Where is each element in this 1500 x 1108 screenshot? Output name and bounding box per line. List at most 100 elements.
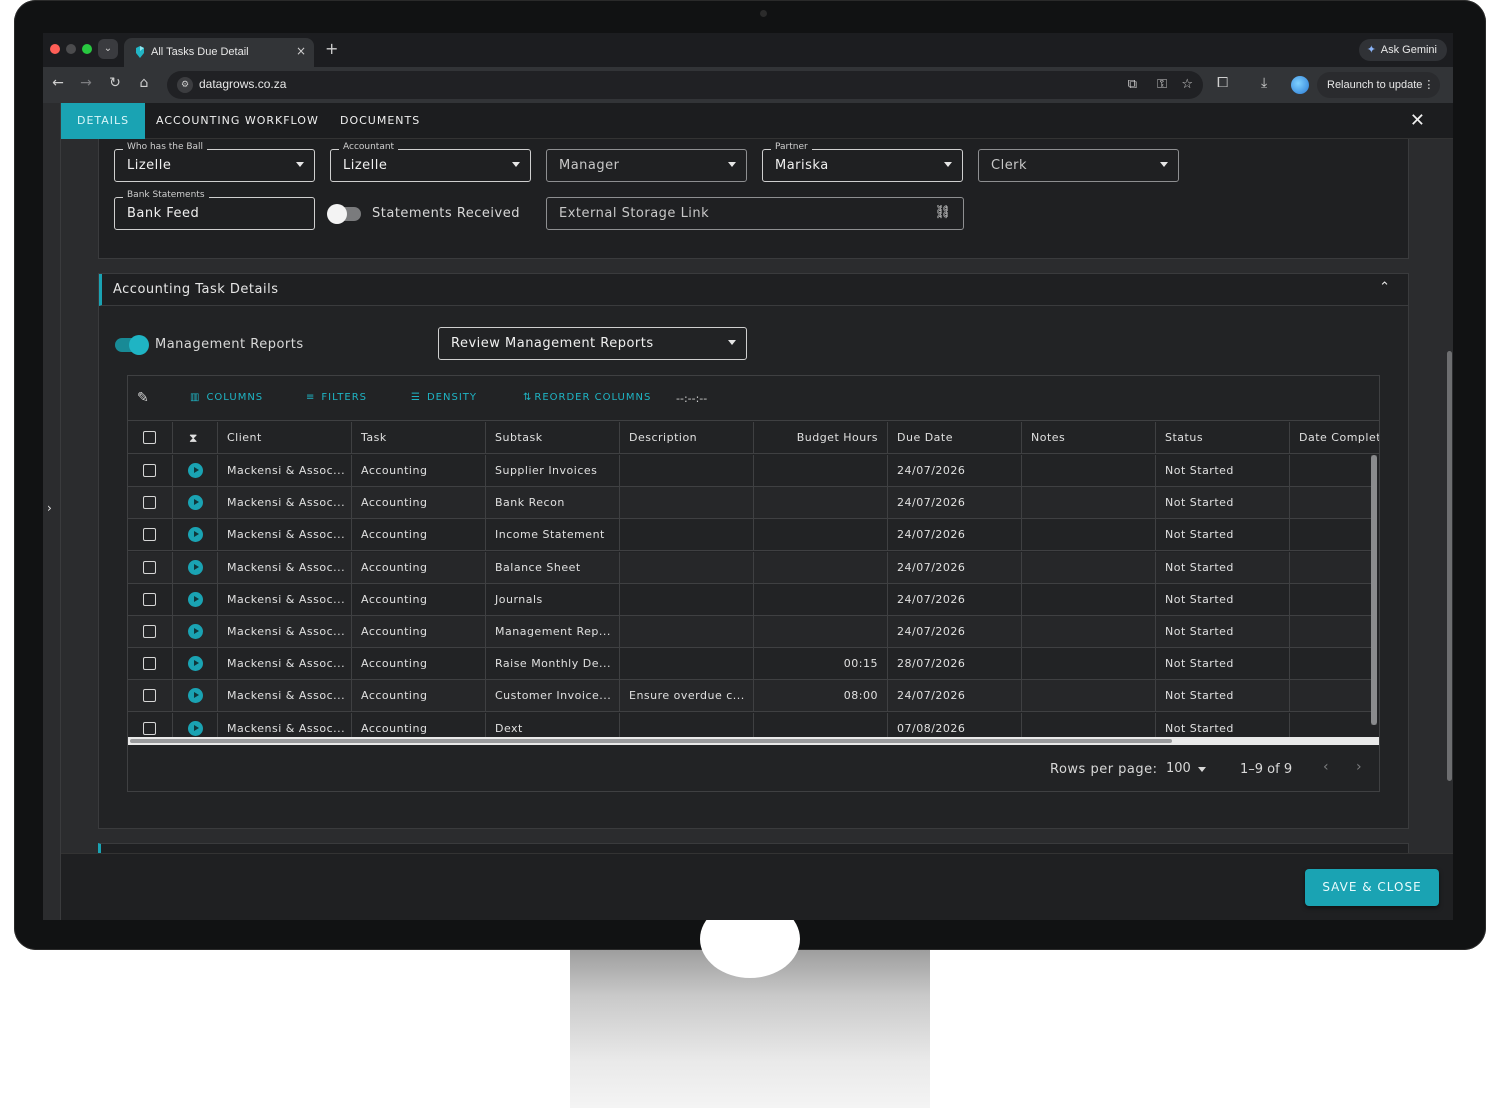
- ask-gemini-button[interactable]: ✦ Ask Gemini: [1358, 39, 1447, 61]
- grid-vertical-scrollbar[interactable]: [1371, 455, 1377, 725]
- cell-status[interactable]: Not Started: [1156, 616, 1290, 647]
- invoice-details-card[interactable]: [98, 843, 1409, 853]
- col-budget-hours[interactable]: Budget Hours: [754, 422, 888, 453]
- cell-due[interactable]: 07/08/2026: [888, 712, 1022, 737]
- scroll-thumb[interactable]: [1371, 455, 1377, 725]
- scroll-thumb[interactable]: [1447, 351, 1452, 781]
- rows-per-page-select[interactable]: 100: [1166, 761, 1191, 776]
- cell-status[interactable]: Not Started: [1156, 648, 1290, 680]
- table-row[interactable]: Mackensi & Assoc... Accounting Supplier In…: [128, 455, 1373, 487]
- cell-completed[interactable]: [1290, 713, 1379, 737]
- cell-description[interactable]: [620, 712, 754, 737]
- col-client[interactable]: Client: [218, 422, 352, 453]
- link-icon[interactable]: ⛓: [934, 205, 951, 220]
- row-checkbox-cell[interactable]: [128, 455, 173, 486]
- bookmark-star-icon[interactable]: ☆: [1181, 77, 1193, 92]
- cell-status[interactable]: Not Started: [1156, 487, 1290, 519]
- row-checkbox[interactable]: [143, 592, 156, 606]
- tab-details[interactable]: DETAILS: [61, 103, 146, 139]
- density-button[interactable]: ☰ DENSITY: [411, 392, 477, 403]
- table-row[interactable]: Mackensi & Assoc... Accounting Dext 07/08/2…: [128, 712, 1373, 737]
- row-timer-cell[interactable]: [173, 680, 218, 712]
- cell-subtask[interactable]: Management Rep...: [486, 616, 620, 647]
- cell-completed[interactable]: [1290, 648, 1379, 679]
- cell-description[interactable]: [620, 455, 754, 486]
- col-notes[interactable]: Notes: [1022, 422, 1156, 453]
- window-minimize-button[interactable]: [66, 44, 76, 54]
- address-url[interactable]: datagrows.co.za: [199, 77, 286, 91]
- col-task[interactable]: Task: [352, 422, 486, 453]
- play-timer-icon[interactable]: [188, 591, 203, 607]
- cell-status[interactable]: Not Started: [1156, 583, 1290, 615]
- col-due-date[interactable]: Due Date: [888, 422, 1022, 453]
- cell-task[interactable]: Accounting: [352, 487, 486, 519]
- tab-accounting-workflow[interactable]: ACCOUNTING WORKFLOW: [156, 103, 319, 139]
- window-close-button[interactable]: [50, 44, 60, 54]
- cell-status[interactable]: Not Started: [1156, 519, 1290, 551]
- cell-client[interactable]: Mackensi & Assoc...: [218, 648, 352, 680]
- cell-due[interactable]: 24/07/2026: [888, 551, 1022, 583]
- cell-completed[interactable]: [1290, 455, 1379, 486]
- col-date-completed[interactable]: Date Complet: [1290, 422, 1379, 453]
- row-checkbox-cell[interactable]: [128, 519, 173, 551]
- table-row[interactable]: Mackensi & Assoc... Accounting Raise Month…: [128, 648, 1373, 681]
- cell-description[interactable]: [620, 616, 754, 647]
- cell-description[interactable]: [620, 648, 754, 680]
- cell-budget[interactable]: [754, 551, 888, 583]
- next-page-icon[interactable]: ›: [1356, 759, 1362, 775]
- forward-icon[interactable]: →: [76, 75, 96, 91]
- row-checkbox-cell[interactable]: [128, 487, 173, 519]
- cell-due[interactable]: 24/07/2026: [888, 519, 1022, 551]
- cell-budget[interactable]: [754, 455, 888, 486]
- row-timer-cell[interactable]: [173, 551, 218, 583]
- play-timer-icon[interactable]: [188, 656, 203, 672]
- table-row[interactable]: Mackensi & Assoc... Accounting Journals 24/…: [128, 583, 1373, 616]
- play-timer-icon[interactable]: [188, 559, 203, 575]
- tab-documents[interactable]: DOCUMENTS: [340, 103, 420, 139]
- cell-notes[interactable]: [1022, 455, 1156, 486]
- cell-completed[interactable]: [1290, 680, 1379, 711]
- cell-budget[interactable]: [754, 519, 888, 551]
- cell-due[interactable]: 24/07/2026: [888, 455, 1022, 486]
- manager-select[interactable]: Manager: [546, 149, 747, 182]
- relaunch-button[interactable]: Relaunch to update ⋮: [1317, 72, 1441, 98]
- cell-completed[interactable]: [1290, 519, 1379, 550]
- cell-subtask[interactable]: Supplier Invoices: [486, 455, 620, 486]
- address-bar[interactable]: ⚙ datagrows.co.za ⧉ ⚿ ☆: [167, 71, 1203, 99]
- bank-statements-field[interactable]: Bank Statements Bank Feed: [114, 190, 315, 230]
- row-checkbox[interactable]: [143, 496, 156, 510]
- row-checkbox[interactable]: [143, 689, 156, 703]
- cell-description[interactable]: [620, 519, 754, 551]
- grid-horizontal-scrollbar[interactable]: [128, 737, 1379, 745]
- play-timer-icon[interactable]: [188, 624, 203, 639]
- play-timer-icon[interactable]: [188, 463, 203, 478]
- cell-status[interactable]: Not Started: [1156, 712, 1290, 737]
- cell-completed[interactable]: [1290, 584, 1379, 615]
- window-maximize-button[interactable]: [82, 44, 92, 54]
- cell-subtask[interactable]: Bank Recon: [486, 487, 620, 519]
- edit-icon[interactable]: ✎: [137, 390, 149, 406]
- col-description[interactable]: Description: [620, 422, 754, 453]
- partner-select[interactable]: Partner Mariska: [762, 142, 963, 182]
- row-checkbox-cell[interactable]: [128, 551, 173, 583]
- col-subtask[interactable]: Subtask: [486, 422, 620, 453]
- cell-description[interactable]: [620, 487, 754, 519]
- row-timer-cell[interactable]: [173, 712, 218, 737]
- cell-client[interactable]: Mackensi & Assoc...: [218, 551, 352, 583]
- cell-subtask[interactable]: Journals: [486, 583, 620, 615]
- row-checkbox[interactable]: [143, 657, 156, 671]
- more-menu-icon[interactable]: ⋮: [1423, 72, 1434, 98]
- table-row[interactable]: Mackensi & Assoc... Accounting Balance She…: [128, 551, 1373, 584]
- cell-task[interactable]: Accounting: [352, 519, 486, 551]
- management-reports-toggle[interactable]: [115, 335, 149, 355]
- cell-subtask[interactable]: Dext: [486, 712, 620, 737]
- cell-client[interactable]: Mackensi & Assoc...: [218, 455, 352, 486]
- cell-notes[interactable]: [1022, 519, 1156, 551]
- new-tab-button[interactable]: +: [325, 39, 338, 58]
- cell-notes[interactable]: [1022, 487, 1156, 519]
- cell-task[interactable]: Accounting: [352, 455, 486, 486]
- row-checkbox[interactable]: [143, 721, 156, 735]
- cell-completed[interactable]: [1290, 616, 1379, 647]
- cell-budget[interactable]: [754, 583, 888, 615]
- cell-budget[interactable]: [754, 616, 888, 647]
